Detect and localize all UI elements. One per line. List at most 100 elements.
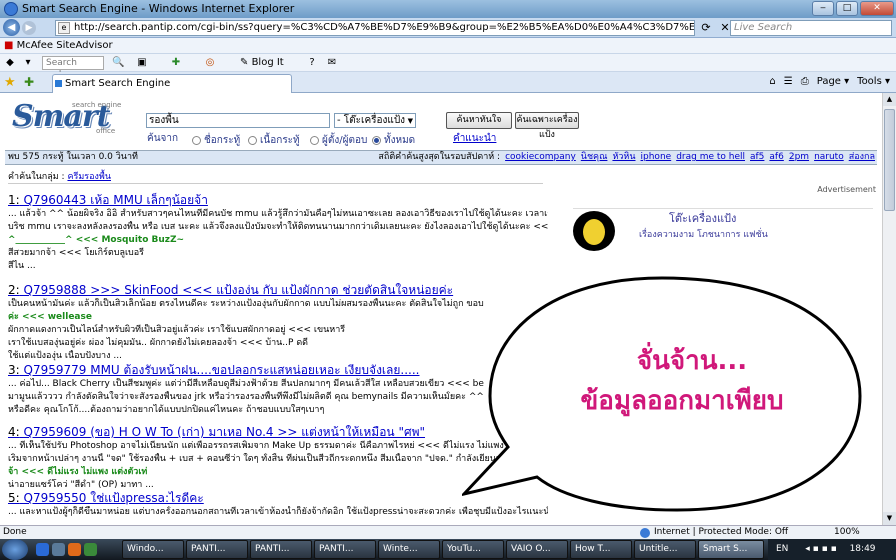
toolbar-logo-icon: ◆ bbox=[6, 57, 14, 68]
result-title: Q7959550 ใช่แป้งpressa:ไรดีคะ bbox=[23, 491, 204, 505]
taskbar-item[interactable]: YouTu... bbox=[442, 540, 504, 559]
zoom-level[interactable]: 100% bbox=[834, 526, 860, 539]
back-button[interactable]: ◀ bbox=[3, 19, 20, 36]
print-icon[interactable]: ⎙ bbox=[801, 75, 809, 89]
mcafee-label[interactable]: McAfee SiteAdvisor bbox=[17, 40, 113, 51]
home-icon[interactable]: ⌂ bbox=[769, 75, 775, 89]
scroll-up-icon[interactable]: ▲ bbox=[883, 93, 896, 106]
mail-icon[interactable]: ✉ bbox=[326, 57, 338, 69]
taskbar-item[interactable]: Untitle... bbox=[634, 540, 696, 559]
help-icon[interactable]: ? bbox=[306, 57, 318, 69]
url-input[interactable]: e http://search.pantip.com/cgi-bin/ss?qu… bbox=[55, 20, 695, 36]
result-number: 3: bbox=[8, 363, 20, 377]
keyword-link[interactable]: ส่องกล bbox=[849, 152, 875, 162]
feeds-icon[interactable]: ☰ bbox=[784, 75, 793, 89]
taskbar-item[interactable]: VAIO O... bbox=[506, 540, 568, 559]
result-title: Q7959609 (ขอ) H O W To (เก่า) มาเหอ No.4… bbox=[23, 425, 426, 439]
keyword-link[interactable]: cookiecompany bbox=[505, 152, 576, 162]
radio-author[interactable]: ผู้ตั้ง/ผู้ตอบ bbox=[310, 133, 367, 148]
keyword-link[interactable]: 2pm bbox=[789, 152, 809, 162]
tab-smart-search[interactable]: Smart Search Engine bbox=[52, 74, 292, 93]
keyword-link[interactable]: naruto bbox=[814, 152, 844, 162]
maximize-button[interactable]: □ bbox=[836, 1, 858, 16]
add-favorites-icon[interactable]: ✚ bbox=[24, 75, 34, 89]
window-title: Smart Search Engine - Windows Internet E… bbox=[22, 2, 295, 15]
ad-box[interactable]: โต๊ะเครื่องแป้ง เรื่องความงาม โภชนาการ แ… bbox=[573, 208, 873, 251]
title-bar: Smart Search Engine - Windows Internet E… bbox=[0, 0, 896, 18]
blog-it-button[interactable]: ✎ Blog It bbox=[240, 56, 284, 70]
group-link[interactable]: ครีมรองพื้น bbox=[67, 172, 111, 182]
ie-addon-icon[interactable]: ◎ bbox=[204, 57, 216, 69]
desktop-quicklaunch-icon[interactable] bbox=[52, 543, 65, 556]
media-quicklaunch-icon[interactable] bbox=[68, 543, 81, 556]
group-line: คำค้นในกลุ่ม : ครีมรองพื้น bbox=[8, 169, 111, 183]
scroll-down-icon[interactable]: ▼ bbox=[883, 512, 896, 525]
refresh-icon[interactable]: ⟳ bbox=[698, 20, 714, 36]
keyword-link[interactable]: หัวหิน bbox=[612, 152, 635, 162]
keyword-link[interactable]: นิชคุณ bbox=[581, 152, 608, 162]
clock[interactable]: 18:49 bbox=[850, 544, 876, 554]
url-text: http://search.pantip.com/cgi-bin/ss?quer… bbox=[74, 22, 695, 33]
page-menu[interactable]: Page ▾ bbox=[817, 75, 849, 89]
live-search-input[interactable]: Live Search bbox=[730, 20, 892, 36]
group-select[interactable]: - โต๊ะเครื่องแป้ง bbox=[334, 113, 416, 128]
taskbar-item[interactable]: Windo... bbox=[122, 540, 184, 559]
taskbar-item[interactable]: PANTI... bbox=[314, 540, 376, 559]
tray-icons[interactable]: ◂ ▪ ▪ ▪ bbox=[805, 544, 836, 554]
address-bar: ◀ ▶ e http://search.pantip.com/cgi-bin/s… bbox=[0, 18, 896, 38]
smart-logo[interactable]: Smart search engine office bbox=[12, 99, 130, 137]
keyword-link[interactable]: af6 bbox=[769, 152, 783, 162]
scroll-thumb[interactable] bbox=[884, 109, 895, 211]
result-link[interactable]: 1: Q7960443 เห้อ MMU เล็กๆน้อยจ้า bbox=[8, 193, 548, 208]
keyword-link[interactable]: af5 bbox=[750, 152, 764, 162]
ad-title: โต๊ะเครื่องแป้ง bbox=[669, 212, 737, 225]
system-tray: EN ◂ ▪ ▪ ▪ 18:49 bbox=[768, 539, 896, 560]
query-input[interactable]: รองพื้น bbox=[146, 113, 330, 128]
ad-subtitle: เรื่องความงาม โภชนาการ แฟชั่น bbox=[639, 230, 768, 240]
minimize-button[interactable]: ‒ bbox=[812, 1, 834, 16]
taskbar-item[interactable]: PANTI... bbox=[250, 540, 312, 559]
radio-all[interactable]: ทั้งหมด bbox=[372, 133, 415, 148]
radio-title[interactable]: ชื่อกระทู้ bbox=[192, 133, 240, 148]
search-button[interactable]: ค้นหาทันใจ bbox=[446, 112, 512, 129]
result-number: 2: bbox=[8, 283, 20, 297]
mcafee-icon: ■ bbox=[4, 40, 14, 51]
stats-bar: พบ 575 กระทู้ ในเวลา 0.0 วินาที สถิติคำค… bbox=[5, 150, 877, 165]
page-favicon: e bbox=[58, 22, 70, 34]
taskbar-item[interactable]: How T... bbox=[570, 540, 632, 559]
result-number: 1: bbox=[8, 193, 20, 207]
advertisement-label: Advertisement bbox=[817, 185, 876, 194]
taskbar-item[interactable]: Winte... bbox=[378, 540, 440, 559]
taskbar-item-active[interactable]: Smart S... bbox=[698, 540, 764, 559]
forward-button[interactable]: ▶ bbox=[22, 21, 36, 35]
radio-author-label: ผู้ตั้ง/ผู้ตอบ bbox=[322, 135, 368, 146]
app-quicklaunch-icon[interactable] bbox=[84, 543, 97, 556]
advice-link[interactable]: คำแนะนำ bbox=[453, 131, 496, 146]
result-number: 5: bbox=[8, 491, 20, 505]
ie-quicklaunch-icon[interactable] bbox=[36, 543, 49, 556]
radio-content[interactable]: เนื้อกระทู้ bbox=[248, 133, 300, 148]
blog-it-label: Blog It bbox=[251, 57, 284, 68]
result-title: Q7959779 MMU ต้องรับหน้าฝน....ขอปลอกระแส… bbox=[23, 363, 420, 377]
start-button[interactable] bbox=[2, 539, 28, 560]
close-button[interactable]: ✕ bbox=[860, 1, 894, 16]
taskbar-item[interactable]: PANTI... bbox=[186, 540, 248, 559]
favorites-star-icon[interactable]: ★ bbox=[4, 75, 16, 90]
search-go-icon[interactable]: 🔍 bbox=[112, 57, 124, 69]
group-label: คำค้นในกลุ่ม : bbox=[8, 172, 65, 182]
globe-icon bbox=[640, 528, 650, 538]
web-search-input[interactable]: Search web... bbox=[42, 56, 104, 80]
keyword-link[interactable]: drag me to hell bbox=[676, 152, 745, 162]
keyword-link[interactable]: iphone bbox=[641, 152, 672, 162]
toolbar-dropdown-icon[interactable]: ▾ bbox=[22, 57, 34, 69]
highlight-icon[interactable]: ▣ bbox=[136, 57, 148, 69]
tab-favicon bbox=[55, 80, 62, 87]
tools-menu[interactable]: Tools ▾ bbox=[857, 75, 890, 89]
vertical-scrollbar[interactable]: ▲ ▼ bbox=[882, 93, 896, 525]
add-icon[interactable]: ✚ bbox=[170, 57, 182, 69]
language-indicator[interactable]: EN bbox=[776, 544, 788, 554]
radio-selected-icon bbox=[372, 136, 381, 145]
command-bar: ⌂ ☰ ⎙ Page ▾ Tools ▾ bbox=[769, 75, 890, 89]
search-group-button[interactable]: ค้นเฉพาะเครื่องแป้ง bbox=[515, 112, 579, 140]
logo-bottom-text: office bbox=[96, 127, 116, 135]
